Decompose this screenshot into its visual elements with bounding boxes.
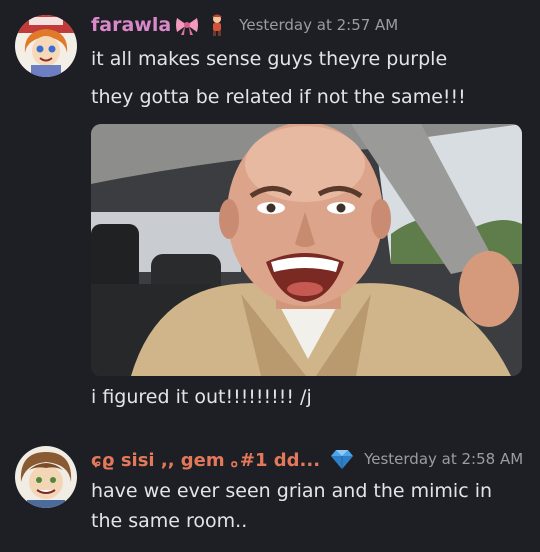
avatar-farawla[interactable] (15, 15, 77, 77)
message-header: farawla Yesterday at 2:57 AM (91, 10, 398, 40)
message-line: it all makes sense guys theyre purple (91, 48, 448, 70)
message-line: they gotta be related if not the same!!! (91, 86, 466, 108)
timestamp: Yesterday at 2:57 AM (239, 16, 399, 34)
avatar-sisi[interactable] (15, 446, 77, 508)
bow-icon (175, 14, 199, 36)
message-header: ɕϱ sisi ,, gem ｡#1 dd... Yesterday at 2:… (91, 444, 523, 474)
image-attachment[interactable] (91, 124, 522, 376)
figure-icon (205, 14, 229, 36)
message-line: i figured it out!!!!!!!!! /j (91, 386, 312, 408)
username[interactable]: ɕϱ sisi ,, gem ｡#1 dd... (91, 446, 320, 472)
diamond-icon (330, 448, 354, 470)
timestamp: Yesterday at 2:58 AM (364, 450, 524, 468)
message-line: have we ever seen grian and the mimic in (91, 480, 493, 502)
username[interactable]: farawla (91, 14, 171, 36)
message-line: the same room.. (91, 510, 248, 532)
